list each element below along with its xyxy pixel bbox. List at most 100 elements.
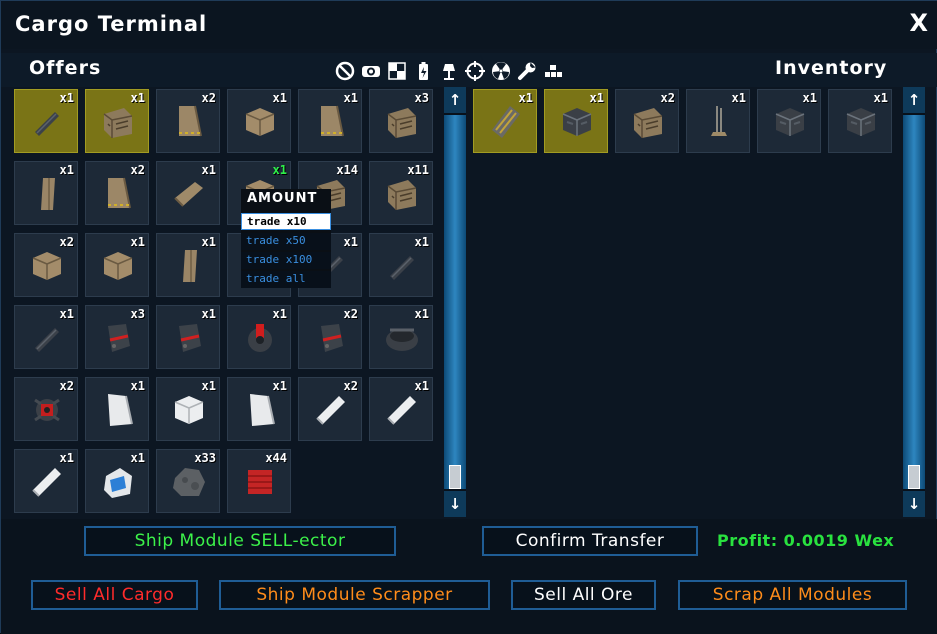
offers-slot[interactable]: x1 bbox=[227, 89, 291, 153]
inventory-scroll-thumb[interactable] bbox=[908, 465, 920, 489]
offers-slot[interactable]: x44 bbox=[227, 449, 291, 513]
crate-icon bbox=[103, 108, 133, 138]
confirm-transfer-button[interactable]: Confirm Transfer bbox=[482, 526, 698, 556]
inventory-scroll-track[interactable] bbox=[903, 115, 925, 489]
offers-slot[interactable]: x2 bbox=[298, 305, 362, 369]
filter-blocks-icon[interactable] bbox=[542, 60, 564, 82]
inventory-slot[interactable]: x2 bbox=[615, 89, 679, 153]
filter-lamp-icon[interactable] bbox=[438, 60, 460, 82]
armor-icon bbox=[846, 108, 876, 136]
offers-slot[interactable]: x1 bbox=[369, 377, 433, 441]
inventory-slot[interactable]: x1 bbox=[473, 89, 537, 153]
offers-slot[interactable]: x1 bbox=[156, 305, 220, 369]
trade-x50-option[interactable]: trade x50 bbox=[241, 233, 331, 250]
inventory-count: x1 bbox=[589, 91, 604, 105]
offers-slot[interactable]: x1 bbox=[227, 377, 291, 441]
ship-module-scrapper-button[interactable]: Ship Module Scrapper bbox=[219, 580, 490, 610]
trade-all-option[interactable]: trade all bbox=[241, 271, 331, 288]
filter-radiation-icon[interactable] bbox=[490, 60, 512, 82]
inventory-slot[interactable]: x1 bbox=[686, 89, 750, 153]
beam-icon bbox=[174, 182, 203, 207]
offers-slot[interactable]: x2 bbox=[14, 377, 78, 441]
offers-slot[interactable]: x33 bbox=[156, 449, 220, 513]
amount-header: AMOUNT bbox=[247, 191, 318, 206]
offers-scroll-thumb[interactable] bbox=[449, 465, 461, 489]
filter-crosshair-icon[interactable] bbox=[464, 60, 486, 82]
offers-slot[interactable]: x3 bbox=[369, 89, 433, 153]
crate-icon bbox=[633, 108, 663, 138]
offers-slot[interactable]: x1 bbox=[14, 449, 78, 513]
offers-count: x1 bbox=[414, 235, 429, 249]
box-icon bbox=[103, 252, 133, 280]
amount-menu: AMOUNT trade x10 trade x50 trade x100 tr… bbox=[241, 189, 331, 288]
offers-scroll-up-icon[interactable]: ↑ bbox=[444, 87, 466, 113]
filter-wrench-icon[interactable] bbox=[516, 60, 538, 82]
ore-icon bbox=[173, 468, 205, 496]
white-beam-icon bbox=[32, 468, 61, 497]
offers-slot[interactable]: x1 bbox=[156, 233, 220, 297]
sell-all-cargo-button[interactable]: Sell All Cargo bbox=[31, 580, 198, 610]
offers-slot[interactable]: x1 bbox=[298, 89, 362, 153]
scrap-all-modules-button[interactable]: Scrap All Modules bbox=[678, 580, 907, 610]
offers-count: x1 bbox=[201, 307, 216, 321]
offers-slot[interactable]: x2 bbox=[156, 89, 220, 153]
offers-slot[interactable]: x11 bbox=[369, 161, 433, 225]
turret-icon bbox=[386, 328, 418, 351]
filter-battery-icon[interactable] bbox=[412, 60, 434, 82]
offers-count: x2 bbox=[343, 379, 358, 393]
ship-module-sellector-button[interactable]: Ship Module SELL-ector bbox=[84, 526, 396, 556]
offers-slot[interactable]: x3 bbox=[85, 305, 149, 369]
inventory-slot[interactable]: x1 bbox=[828, 89, 892, 153]
offers-count: x1 bbox=[201, 163, 216, 177]
inventory-slot[interactable]: x1 bbox=[544, 89, 608, 153]
red-block-icon bbox=[248, 470, 272, 494]
inventory-count: x1 bbox=[802, 91, 817, 105]
trade-x10-option[interactable]: trade x10 bbox=[241, 213, 331, 230]
offers-slot[interactable]: x1 bbox=[227, 305, 291, 369]
offers-scroll-down-icon[interactable]: ↓ bbox=[444, 491, 466, 517]
offers-count: x3 bbox=[414, 91, 429, 105]
offers-slot[interactable]: x2 bbox=[85, 161, 149, 225]
offers-slot[interactable]: x1 bbox=[85, 449, 149, 513]
offers-slot[interactable]: x1 bbox=[14, 161, 78, 225]
offers-slot[interactable]: x1 bbox=[369, 305, 433, 369]
offers-scroll-track[interactable] bbox=[444, 115, 466, 489]
offers-count: x3 bbox=[130, 307, 145, 321]
close-icon[interactable]: X bbox=[909, 9, 928, 37]
inventory-count: x1 bbox=[518, 91, 533, 105]
slope-icon bbox=[41, 178, 55, 210]
white-wedge-icon bbox=[250, 394, 275, 426]
inventory-count: x1 bbox=[873, 91, 888, 105]
inventory-scrollbar[interactable]: ↑ ↓ bbox=[903, 87, 925, 517]
trade-x100-option[interactable]: trade x100 bbox=[241, 252, 331, 269]
offers-count: x1 bbox=[59, 91, 74, 105]
offers-slot[interactable]: x1 bbox=[85, 89, 149, 153]
offers-slot[interactable]: x1 bbox=[85, 233, 149, 297]
offers-slot[interactable]: x1 bbox=[14, 89, 78, 153]
offers-count: x2 bbox=[201, 91, 216, 105]
inventory-heading: Inventory bbox=[775, 57, 888, 79]
offers-slot[interactable]: x1 bbox=[156, 161, 220, 225]
offers-slot[interactable]: x2 bbox=[298, 377, 362, 441]
offers-slot[interactable]: x1 bbox=[85, 377, 149, 441]
category-filters bbox=[334, 60, 564, 82]
offers-scrollbar[interactable]: ↑ ↓ bbox=[444, 87, 466, 517]
inventory-slot[interactable]: x1 bbox=[757, 89, 821, 153]
filter-camera-icon[interactable] bbox=[360, 60, 382, 82]
offers-slot[interactable]: x1 bbox=[156, 377, 220, 441]
box-icon bbox=[245, 108, 275, 136]
offers-slot[interactable]: x2 bbox=[14, 233, 78, 297]
sell-all-ore-button[interactable]: Sell All Ore bbox=[511, 580, 656, 610]
inventory-scroll-down-icon[interactable]: ↓ bbox=[903, 491, 925, 517]
rod-icon bbox=[35, 112, 59, 136]
offers-grid: x1 x1 x2 x1 x1 x3 x1 x2 x1 x1 x14 x11 x2 x1 x1 x1 x1 x1 x1… bbox=[14, 89, 433, 513]
offers-count: x33 bbox=[194, 451, 216, 465]
filter-checker-icon[interactable] bbox=[386, 60, 408, 82]
offers-slot[interactable]: x1 bbox=[14, 305, 78, 369]
inventory-scroll-up-icon[interactable]: ↑ bbox=[903, 87, 925, 113]
offers-count: x1 bbox=[343, 91, 358, 105]
filter-none-icon[interactable] bbox=[334, 60, 356, 82]
armor-icon bbox=[775, 108, 805, 136]
offers-slot[interactable]: x1 bbox=[369, 233, 433, 297]
cockpit-icon bbox=[104, 468, 132, 498]
